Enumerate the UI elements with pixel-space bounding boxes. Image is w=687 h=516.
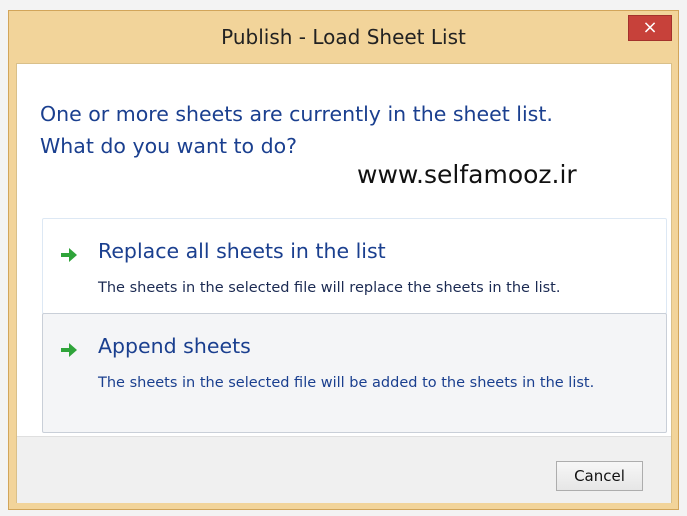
close-button[interactable]: × [628, 15, 672, 41]
green-arrow-icon [61, 343, 77, 357]
option-title: Replace all sheets in the list [98, 239, 386, 263]
option-description: The sheets in the selected file will be … [98, 375, 595, 391]
append-sheets-option[interactable]: Append sheets The sheets in the selected… [42, 313, 667, 433]
instruction-line-2: What do you want to do? [40, 134, 298, 158]
green-arrow-icon [61, 248, 77, 262]
dialog-footer: Cancel [17, 436, 671, 503]
dialog-title: Publish - Load Sheet List [221, 25, 466, 49]
title-bar[interactable]: Publish - Load Sheet List × [9, 11, 678, 63]
option-description: The sheets in the selected file will rep… [98, 280, 561, 296]
watermark-text: www.selfamooz.ir [357, 160, 577, 189]
dialog-content: One or more sheets are currently in the … [16, 63, 672, 503]
option-title: Append sheets [98, 334, 251, 358]
cancel-button[interactable]: Cancel [556, 461, 643, 491]
instruction-line-1: One or more sheets are currently in the … [40, 102, 553, 126]
replace-all-sheets-option[interactable]: Replace all sheets in the list The sheet… [42, 218, 667, 314]
dialog-window: Publish - Load Sheet List × One or more … [8, 10, 679, 510]
close-icon: × [642, 17, 658, 38]
main-instruction: One or more sheets are currently in the … [40, 98, 650, 162]
